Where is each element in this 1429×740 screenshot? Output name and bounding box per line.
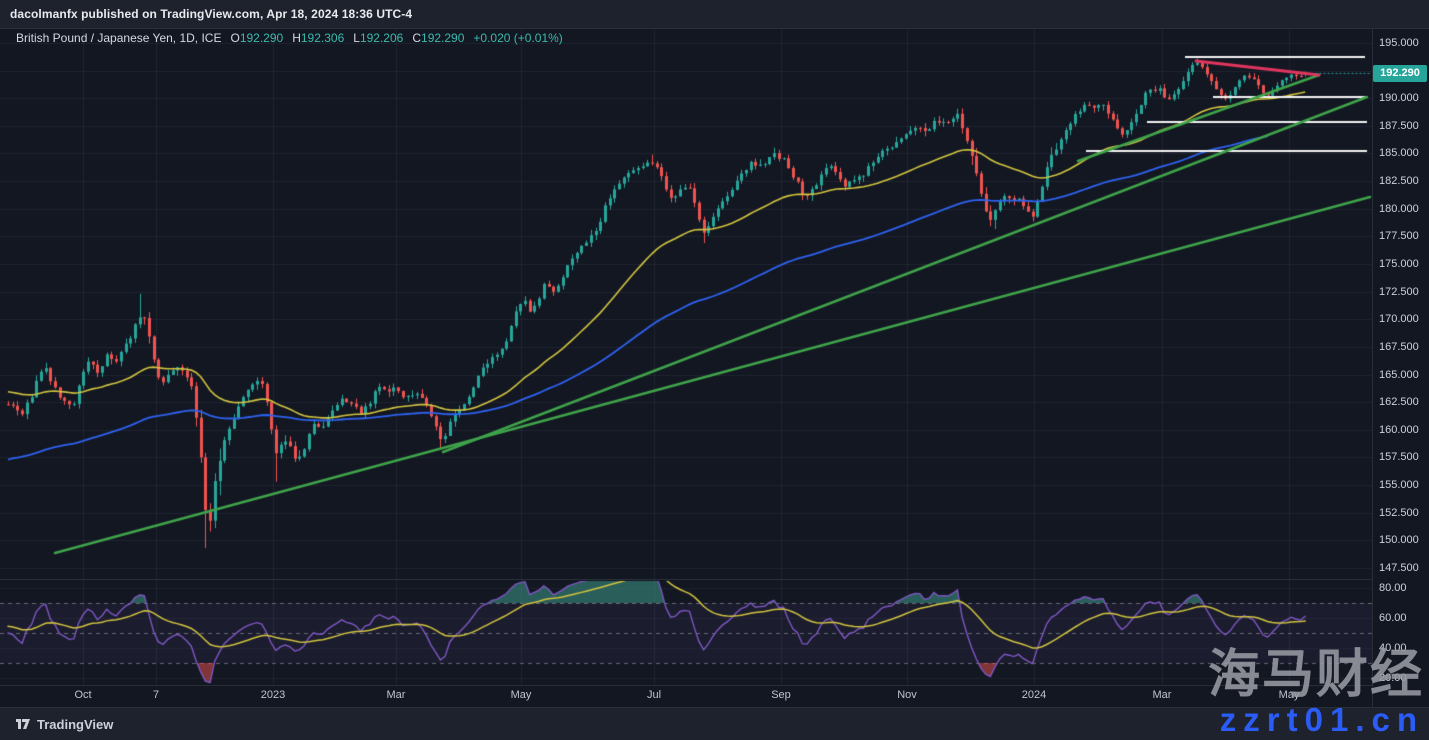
tradingview-logo[interactable]: TradingView [16, 717, 113, 732]
price-axis-label: 80.00 [1379, 582, 1407, 594]
price-axis-label: 20.00 [1379, 672, 1407, 684]
time-axis-label: Mar [1153, 689, 1172, 701]
chart-canvas[interactable] [0, 0, 1429, 739]
price-axis-label: 190.000 [1379, 92, 1419, 104]
price-axis-label: 40.00 [1379, 642, 1407, 654]
time-axis-label: 7 [153, 689, 159, 701]
tradingview-wordmark: TradingView [37, 717, 113, 732]
price-axis[interactable]: 195.000 190.000 187.500 185.000 182.500 180.0… [1372, 28, 1429, 707]
time-axis-label: Oct [74, 689, 91, 701]
close-value: 192.290 [421, 31, 464, 45]
symbol-legend[interactable]: British Pound / Japanese Yen, 1D, ICEO19… [16, 31, 563, 45]
time-axis-label: Sep [771, 689, 791, 701]
tradingview-icon [16, 717, 31, 731]
close-label: C [412, 31, 421, 45]
price-axis-label: 155.000 [1379, 479, 1419, 491]
high-label: H [292, 31, 301, 45]
price-axis-label: 165.000 [1379, 369, 1419, 381]
change-value: +0.020 (+0.01%) [473, 31, 562, 45]
price-axis-label: 187.500 [1379, 120, 1419, 132]
price-axis-label: 170.000 [1379, 313, 1419, 325]
price-axis-label: 157.500 [1379, 451, 1419, 463]
price-axis-label: 177.500 [1379, 230, 1419, 242]
price-axis-label: 60.00 [1379, 612, 1407, 624]
time-axis-label: 2024 [1022, 689, 1046, 701]
low-value: 192.206 [360, 31, 403, 45]
time-axis-label: Nov [897, 689, 917, 701]
price-axis-label: 175.000 [1379, 258, 1419, 270]
time-axis-label: Mar [387, 689, 406, 701]
price-axis-label: 182.500 [1379, 175, 1419, 187]
price-axis-label: 195.000 [1379, 37, 1419, 49]
high-value: 192.306 [301, 31, 344, 45]
price-axis-label: 147.500 [1379, 562, 1419, 574]
time-axis[interactable]: Oct 7 2023 Mar May Jul Sep Nov 2024 Mar May [0, 685, 1372, 707]
symbol-title: British Pound / Japanese Yen, 1D, ICE [16, 31, 221, 45]
panel-separator [0, 579, 1372, 580]
price-axis-label: 185.000 [1379, 147, 1419, 159]
publish-info-bar: dacolmanfx published on TradingView.com,… [0, 0, 1429, 29]
price-axis-label: 172.500 [1379, 286, 1419, 298]
time-axis-label: May [511, 689, 532, 701]
price-axis-label: 167.500 [1379, 341, 1419, 353]
last-price-badge: 192.290 [1373, 65, 1427, 82]
open-label: O [230, 31, 239, 45]
price-axis-label: 160.000 [1379, 424, 1419, 436]
time-axis-label: May [1279, 689, 1300, 701]
footer-bar: TradingView [0, 707, 1429, 740]
time-axis-label: 2023 [261, 689, 285, 701]
price-axis-label: 152.500 [1379, 507, 1419, 519]
publish-info-text: dacolmanfx published on TradingView.com,… [10, 7, 412, 21]
price-axis-label: 180.000 [1379, 203, 1419, 215]
low-label: L [353, 31, 360, 45]
price-axis-label: 150.000 [1379, 534, 1419, 546]
time-axis-label: Jul [647, 689, 661, 701]
price-axis-label: 162.500 [1379, 396, 1419, 408]
open-value: 192.290 [240, 31, 283, 45]
